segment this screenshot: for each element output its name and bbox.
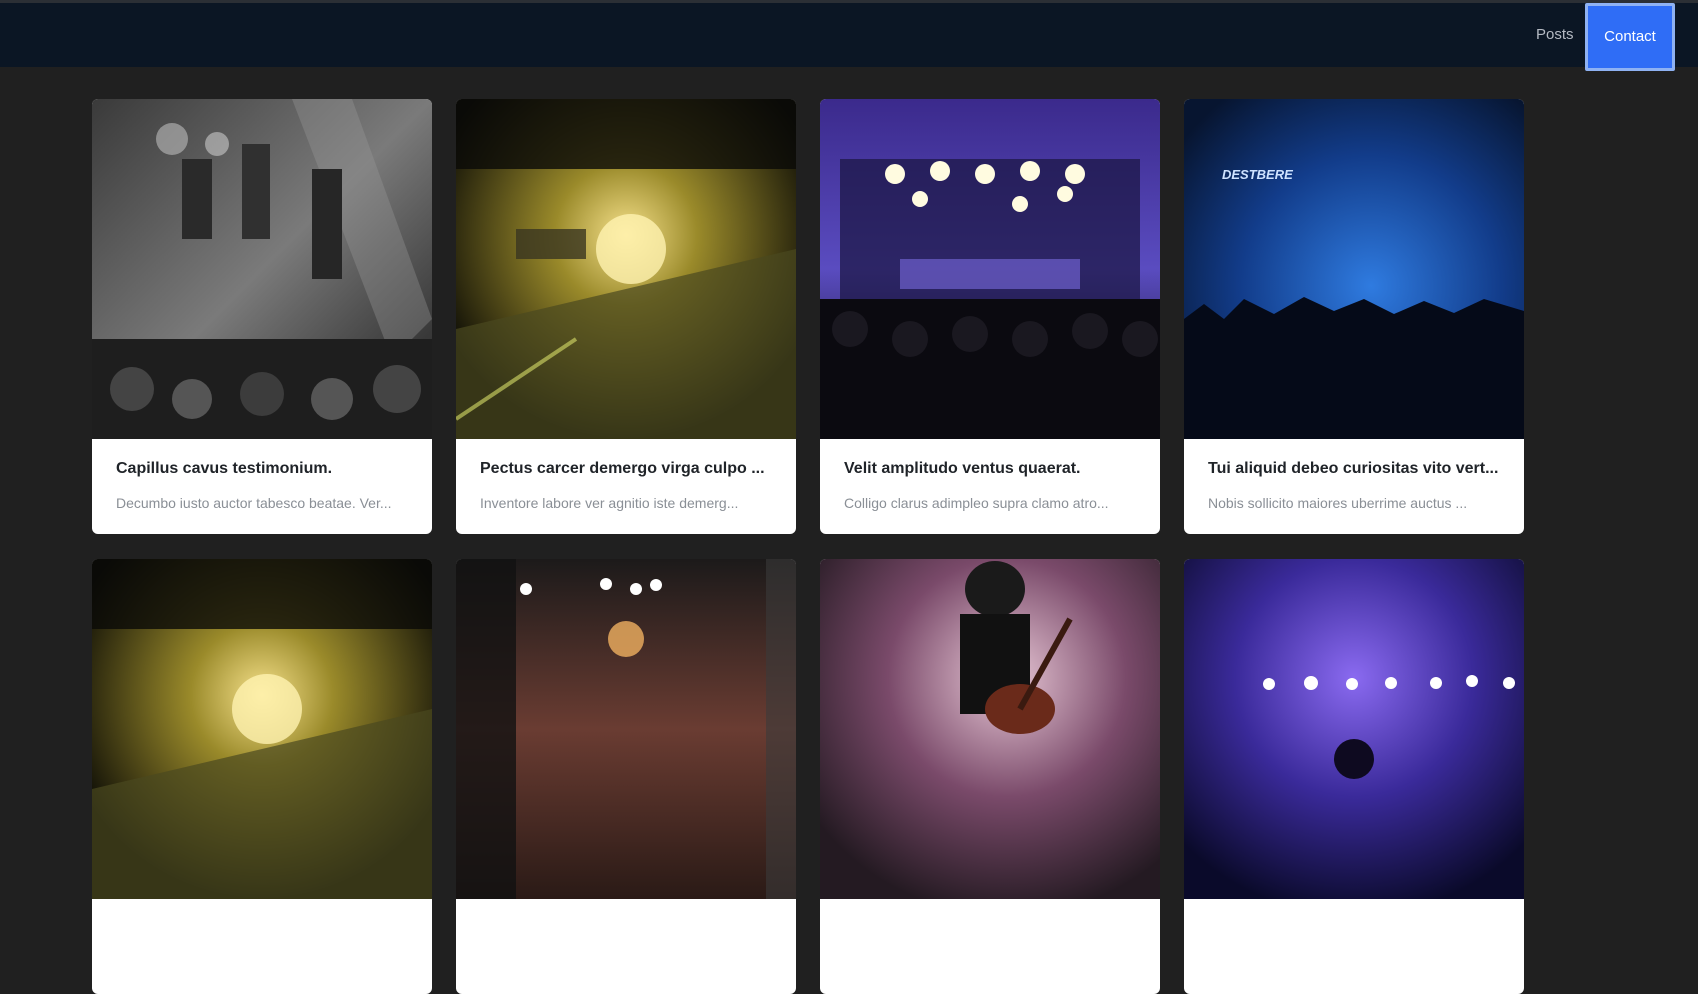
nav-posts-link[interactable]: Posts bbox=[1536, 3, 1574, 67]
post-image bbox=[456, 99, 796, 439]
post-card[interactable] bbox=[92, 559, 432, 994]
post-image bbox=[820, 99, 1160, 439]
post-card[interactable]: Capillus cavus testimonium. Decumbo iust… bbox=[92, 99, 432, 534]
post-image bbox=[92, 99, 432, 439]
post-title: Velit amplitudo ventus quaerat. bbox=[844, 460, 1081, 477]
nav-contact-button[interactable]: Contact bbox=[1585, 3, 1675, 71]
post-image: DESTBERE bbox=[1184, 99, 1524, 439]
post-card[interactable]: Velit amplitudo ventus quaerat. Colligo … bbox=[820, 99, 1160, 534]
post-card[interactable]: DESTBERE Tui aliquid debeo curiositas vi… bbox=[1184, 99, 1524, 534]
post-image bbox=[456, 559, 796, 899]
post-card[interactable]: Pectus carcer demergo virga culpo ... In… bbox=[456, 99, 796, 534]
post-excerpt: Decumbo iusto auctor tabesco beatae. Ver… bbox=[116, 495, 392, 511]
post-excerpt: Nobis sollicito maiores uberrime auctus … bbox=[1208, 495, 1468, 511]
navbar: Posts Contact bbox=[0, 3, 1698, 71]
post-title: Pectus carcer demergo virga culpo ... bbox=[480, 460, 765, 477]
post-excerpt: Inventore labore ver agnitio iste demerg… bbox=[480, 495, 739, 511]
post-card[interactable] bbox=[456, 559, 796, 994]
post-title: Tui aliquid debeo curiositas vito vert..… bbox=[1208, 460, 1499, 477]
post-title: Capillus cavus testimonium. bbox=[116, 460, 333, 477]
post-image bbox=[92, 559, 432, 899]
post-card[interactable] bbox=[820, 559, 1160, 994]
post-excerpt: Colligo clarus adimpleo supra clamo atro… bbox=[844, 495, 1109, 511]
post-card[interactable] bbox=[1184, 559, 1524, 994]
svg-text:DESTBERE: DESTBERE bbox=[1222, 167, 1293, 182]
post-image bbox=[820, 559, 1160, 899]
post-image bbox=[1184, 559, 1524, 899]
